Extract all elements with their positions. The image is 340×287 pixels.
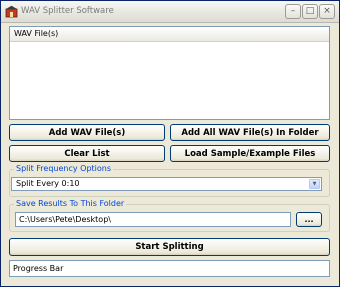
save-folder-label: Save Results To This Folder	[14, 199, 127, 209]
minimize-button[interactable]: –	[285, 4, 301, 19]
start-splitting-button[interactable]: Start Splitting	[9, 238, 330, 256]
maximize-button[interactable]: □	[302, 4, 318, 19]
split-frequency-dropdown[interactable]: Split Every 0:10 ▼	[11, 177, 322, 191]
window-title: WAV Splitter Software	[21, 6, 114, 16]
progress-bar-label: Progress Bar	[13, 264, 64, 273]
add-folder-button[interactable]: Add All WAV File(s) In Folder	[170, 124, 330, 141]
title-bar[interactable]: WAV Splitter Software – □ ×	[1, 1, 339, 23]
clear-list-button[interactable]: Clear List	[9, 145, 165, 162]
split-frequency-label: Split Frequency Options	[14, 164, 114, 174]
progress-bar: Progress Bar	[9, 260, 330, 277]
main-window: WAV Splitter Software – □ × WAV File(s) …	[0, 0, 340, 287]
browse-button[interactable]: ...	[296, 212, 322, 227]
output-folder-input[interactable]: C:\Users\Pete\Desktop\	[15, 212, 291, 227]
add-wav-files-button[interactable]: Add WAV File(s)	[9, 124, 165, 141]
close-button[interactable]: ×	[319, 4, 335, 19]
wav-file-list[interactable]: WAV File(s)	[9, 26, 330, 120]
load-sample-button[interactable]: Load Sample/Example Files	[170, 145, 330, 162]
list-column-header[interactable]: WAV File(s)	[10, 27, 329, 42]
chevron-down-icon[interactable]: ▼	[309, 179, 320, 189]
app-icon	[5, 5, 18, 18]
split-frequency-value: Split Every 0:10	[16, 179, 80, 188]
